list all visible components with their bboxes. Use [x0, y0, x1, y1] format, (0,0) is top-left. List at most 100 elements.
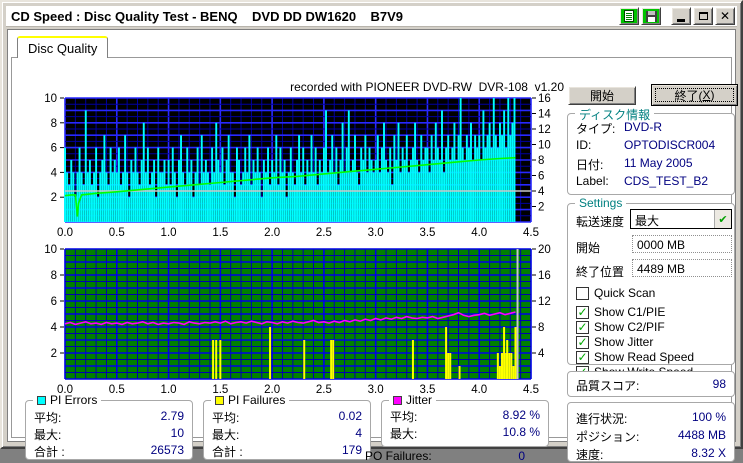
maximize-button[interactable]: [693, 7, 713, 25]
chevron-down-icon[interactable]: ✔: [714, 210, 731, 228]
pi-failures-jitter-chart: 246810481216200.0 0.5 1.0 1.5 2.0 2.5 3.0 3.5 4.…: [44, 244, 551, 396]
svg-text:1.0: 1.0: [161, 384, 177, 396]
floppy-icon: [645, 10, 657, 22]
svg-text:3.0: 3.0: [368, 384, 384, 396]
speed-readout: 8.32 X: [691, 446, 726, 460]
po-failures-value: 0: [518, 449, 525, 463]
checkbox-icon[interactable]: [576, 286, 589, 300]
svg-text:20: 20: [538, 244, 551, 256]
exit-button[interactable]: 終了(X): [651, 84, 738, 106]
window-title: CD Speed : Disc Quality Test - BENQ DVD …: [11, 8, 404, 24]
svg-text:1.0: 1.0: [161, 227, 177, 239]
svg-text:6: 6: [51, 143, 57, 155]
start-pos-field[interactable]: 0000 MB: [632, 235, 732, 253]
settings-group: Settings 転送速度 最大 ✔ 開始 0000 MB 終了位置 4489 …: [567, 196, 735, 379]
copy-icon[interactable]: [619, 7, 639, 25]
quality-score-group: 品質スコア: 98: [567, 371, 735, 397]
svg-text:2: 2: [51, 348, 57, 360]
svg-text:1.5: 1.5: [212, 227, 228, 239]
close-button[interactable]: ✕: [715, 7, 735, 25]
focus-rect: [655, 88, 734, 102]
jitter-avg: 8.92 %: [502, 408, 540, 422]
title-bar: CD Speed : Disc Quality Test - BENQ DVD …: [6, 6, 737, 27]
svg-text:2.0: 2.0: [264, 227, 280, 239]
disc-type: DVD-R: [624, 120, 662, 134]
checkbox-icon[interactable]: ✓: [576, 350, 589, 364]
svg-text:6: 6: [51, 296, 57, 308]
svg-text:2.5: 2.5: [316, 227, 332, 239]
progress-percent: 100 %: [691, 410, 726, 424]
pi-errors-group: PI Errors 平均: 2.79 最大: 10 合計 :26573: [25, 393, 193, 460]
pi-errors-total: 26573: [150, 443, 184, 457]
checkbox-show-jitter[interactable]: ✓ Show Jitter: [576, 335, 653, 349]
pi-errors-avg: 2.79: [160, 409, 184, 423]
end-pos-field[interactable]: 4489 MB: [632, 259, 732, 277]
speed-combobox[interactable]: 最大 ✔: [630, 209, 732, 229]
svg-text:0.5: 0.5: [109, 384, 125, 396]
svg-text:4.0: 4.0: [471, 384, 487, 396]
svg-text:2: 2: [51, 192, 57, 204]
checkbox-show-c1-pie[interactable]: ✓ Show C1/PIE: [576, 305, 665, 319]
end-pos-label: 終了位置: [576, 265, 625, 279]
pi-errors-max: 10: [170, 426, 184, 440]
svg-text:3.5: 3.5: [419, 227, 435, 239]
disc-label: CDS_TEST_B2: [624, 174, 709, 188]
checkbox-icon[interactable]: ✓: [576, 335, 589, 349]
tab-page: recorded with PIONEER DVD-RW DVR-108 v1.…: [11, 57, 738, 463]
minimize-icon: [677, 19, 685, 22]
svg-text:4: 4: [538, 348, 545, 360]
svg-text:0.5: 0.5: [109, 227, 125, 239]
svg-text:14: 14: [538, 109, 551, 121]
svg-text:10: 10: [538, 140, 551, 152]
pi-failures-max: 4: [355, 426, 362, 440]
pi-errors-legend-title: PI Errors: [33, 393, 102, 407]
jitter-max: 10.8 %: [502, 425, 540, 439]
pi-failures-total: 179: [341, 443, 362, 457]
jitter-legend-title: Jitter: [389, 393, 437, 407]
svg-text:12: 12: [538, 124, 551, 136]
close-icon: ✕: [719, 9, 731, 23]
start-pos-label: 開始: [576, 241, 601, 255]
svg-text:10: 10: [44, 93, 57, 105]
pi-failures-swatch: [215, 395, 224, 405]
client-area: Disc Quality recorded with PIONEER DVD-R…: [7, 29, 738, 463]
svg-text:16: 16: [538, 93, 551, 105]
svg-text:8: 8: [538, 322, 544, 334]
document-icon: [624, 10, 634, 22]
svg-text:8: 8: [51, 270, 57, 282]
svg-text:12: 12: [538, 296, 551, 308]
svg-text:6: 6: [538, 171, 544, 183]
quality-score-value: 98: [712, 377, 726, 391]
checkbox-icon[interactable]: ✓: [576, 320, 589, 334]
svg-text:8: 8: [51, 118, 57, 130]
jitter-group: Jitter 平均: 8.92 % 最大: 10.8 %: [381, 393, 549, 447]
save-icon[interactable]: [641, 7, 661, 25]
disc-id: OPTODISCR004: [624, 138, 716, 152]
app-window: CD Speed : Disc Quality Test - BENQ DVD …: [0, 0, 743, 463]
checkbox-quick-scan[interactable]: Quick Scan: [576, 286, 655, 300]
svg-text:2: 2: [538, 202, 544, 214]
pi-failures-legend-title: PI Failures: [211, 393, 290, 407]
svg-text:10: 10: [44, 244, 57, 256]
checkbox-show-c2-pif[interactable]: ✓ Show C2/PIF: [576, 320, 665, 334]
svg-text:4: 4: [538, 186, 545, 198]
svg-text:2.5: 2.5: [316, 384, 332, 396]
svg-text:4.5: 4.5: [523, 384, 539, 396]
pi-errors-chart: 2 4 6 8 10 2 4 6 8 10 12 14 16 0.0 0.5 1.0 1.5 2.0 2.5 3.0 3…: [44, 93, 551, 239]
svg-text:4: 4: [51, 322, 58, 334]
checkbox-show-read-speed[interactable]: ✓ Show Read Speed: [576, 350, 694, 364]
start-button[interactable]: 開始: [568, 86, 636, 105]
checkbox-icon[interactable]: ✓: [576, 305, 589, 319]
tab-disc-quality[interactable]: Disc Quality: [17, 36, 109, 58]
svg-text:3.0: 3.0: [368, 227, 384, 239]
tab-label: Disc Quality: [28, 40, 98, 56]
pi-errors-swatch: [37, 395, 46, 405]
minimize-button[interactable]: [671, 7, 691, 25]
maximize-icon: [698, 12, 708, 20]
pi-failures-avg: 0.02: [338, 409, 362, 423]
jitter-swatch: [393, 395, 402, 405]
position-value: 4488 MB: [677, 428, 726, 442]
svg-text:16: 16: [538, 270, 551, 282]
svg-text:4: 4: [51, 167, 58, 179]
pi-failures-group: PI Failures 平均: 0.02 最大: 4 合計 :179: [203, 393, 371, 460]
